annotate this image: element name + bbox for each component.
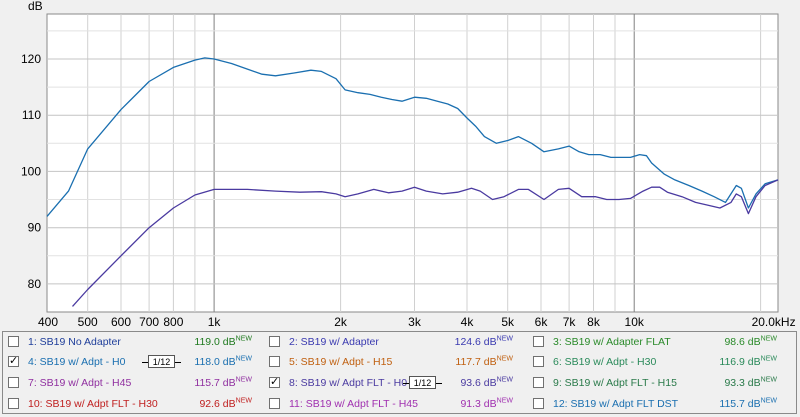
trace-visibility-checkbox[interactable]: [533, 398, 544, 409]
y-axis-ticks: 80 90 100 110 120: [21, 52, 41, 291]
y-tick-label: 110: [22, 108, 41, 122]
y-tick-label: 100: [21, 164, 41, 178]
trace-level-value: 119.0 dBNEW: [194, 335, 252, 349]
trace-label: 11: SB19 w/ Adpt FLT - H45: [289, 398, 418, 410]
trace-level-value: 91.3 dBNEW: [460, 397, 513, 411]
new-badge: NEW: [760, 335, 777, 343]
y-tick-label: 90: [28, 221, 42, 235]
new-badge: NEW: [235, 335, 252, 343]
trace-label: 1: SB19 No Adapter: [28, 336, 121, 348]
new-badge: NEW: [235, 397, 252, 405]
x-tick-label: 6k: [535, 315, 549, 329]
trace-level-value: 115.7 dBNEW: [719, 397, 777, 411]
trace-visibility-checkbox[interactable]: [8, 377, 19, 388]
trace-visibility-checkbox[interactable]: [533, 336, 544, 347]
trace-legend-panel: 1: SB19 No Adapter 119.0 dBNEW 2: SB19 w/ …: [2, 331, 797, 414]
legend-trace-item[interactable]: 12: SB19 w/ Adpt FLT DST 115.7 dBNEW: [533, 395, 788, 413]
legend-trace-item[interactable]: 1: SB19 No Adapter 119.0 dBNEW: [8, 333, 263, 351]
x-axis-ticks: 400 500 600 700 800 1k 2k 3k 4k 5k 6k 7k 8k 10k 20.0kH…: [38, 315, 796, 329]
legend-trace-item[interactable]: 3: SB19 w/ Adapter FLAT 98.6 dBNEW: [533, 333, 788, 351]
legend-trace-item[interactable]: 11: SB19 w/ Adpt FLT - H45 91.3 dBNEW: [269, 395, 524, 413]
frequency-response-chart[interactable]: 80 90 100 110 120 400 500 600 700 800 1k 2k 3k 4k 5k 6…: [0, 0, 800, 330]
x-tick-label: 3k: [408, 315, 422, 329]
trace-label: 12: SB19 w/ Adpt FLT DST: [553, 398, 679, 410]
trace-visibility-checkbox[interactable]: ✓: [269, 377, 280, 388]
new-badge: NEW: [496, 335, 513, 343]
trace-level-value: 98.6 dBNEW: [724, 335, 777, 349]
trace-label: 10: SB19 w/ Adpt FLT - H30: [28, 398, 158, 410]
trace-label: 8: SB19 w/ Adpt FLT - H0: [289, 377, 408, 389]
x-tick-label: 600: [111, 315, 131, 329]
legend-trace-item[interactable]: ✓ 4: SB19 w/ Adpt - H0 1/12 118.0 dBNEW: [8, 353, 263, 371]
x-tick-label: 500: [78, 315, 98, 329]
trace-level-value: 93.6 dBNEW: [460, 376, 513, 390]
new-badge: NEW: [496, 376, 513, 384]
smoothing-marker-line: [175, 362, 181, 363]
smoothing-marker-line: [436, 383, 442, 384]
new-badge: NEW: [235, 355, 252, 363]
trace-visibility-checkbox[interactable]: [533, 377, 544, 388]
trace-label: 5: SB19 w/ Adpt - H15: [289, 356, 393, 368]
trace-label: 4: SB19 w/ Adpt - H0: [28, 356, 126, 368]
x-tick-label: 7k: [563, 315, 577, 329]
x-tick-label: 1k: [208, 315, 222, 329]
new-badge: NEW: [760, 376, 777, 384]
legend-trace-item[interactable]: 9: SB19 w/ Adpt FLT - H15 93.3 dBNEW: [533, 374, 788, 392]
trace-level-value: 92.6 dBNEW: [199, 397, 252, 411]
x-tick-label: 8k: [587, 315, 601, 329]
trace-level-value: 93.3 dBNEW: [724, 376, 777, 390]
x-tick-label: 20.0kHz: [752, 315, 796, 329]
trace-level-value: 124.6 dBNEW: [454, 335, 513, 349]
x-tick-label: 400: [38, 315, 58, 329]
trace-label: 2: SB19 w/ Adapter: [289, 336, 379, 348]
trace-visibility-checkbox[interactable]: [269, 336, 280, 347]
trace-visibility-checkbox[interactable]: [269, 356, 280, 367]
new-badge: NEW: [235, 376, 252, 384]
frequency-response-plot[interactable]: 80 90 100 110 120 400 500 600 700 800 1k 2k 3k 4k 5k 6…: [0, 0, 800, 330]
x-tick-label: 5k: [501, 315, 515, 329]
new-badge: NEW: [760, 355, 777, 363]
legend-trace-item[interactable]: 7: SB19 w/ Adpt - H45 115.7 dBNEW: [8, 374, 263, 392]
new-badge: NEW: [496, 397, 513, 405]
x-tick-label: 4k: [461, 315, 475, 329]
trace-visibility-checkbox[interactable]: [8, 336, 19, 347]
x-tick-label: 800: [163, 315, 183, 329]
x-tick-label: 2k: [334, 315, 348, 329]
legend-trace-item[interactable]: 6: SB19 w/ Adpt - H30 116.9 dBNEW: [533, 353, 788, 371]
trace-label: 7: SB19 w/ Adpt - H45: [28, 377, 132, 389]
y-tick-label: 80: [28, 277, 42, 291]
trace-level-value: 118.0 dBNEW: [194, 355, 252, 369]
x-tick-label: 700: [139, 315, 159, 329]
x-tick-label: 10k: [625, 315, 645, 329]
trace-label: 9: SB19 w/ Adpt FLT - H15: [553, 377, 677, 389]
trace-visibility-checkbox[interactable]: ✓: [8, 356, 19, 367]
smoothing-badge[interactable]: 1/12: [409, 376, 436, 389]
legend-trace-item[interactable]: 10: SB19 w/ Adpt FLT - H30 92.6 dBNEW: [8, 395, 263, 413]
trace-label: 6: SB19 w/ Adpt - H30: [553, 356, 657, 368]
new-badge: NEW: [496, 355, 513, 363]
trace-visibility-checkbox[interactable]: [269, 398, 280, 409]
trace-level-value: 115.7 dBNEW: [194, 376, 252, 390]
y-tick-label: 120: [21, 52, 41, 66]
smoothing-badge[interactable]: 1/12: [148, 355, 175, 368]
y-axis-label: dB: [28, 0, 43, 13]
new-badge: NEW: [760, 397, 777, 405]
legend-trace-item[interactable]: 2: SB19 w/ Adapter 124.6 dBNEW: [269, 333, 524, 351]
legend-trace-item[interactable]: 5: SB19 w/ Adpt - H15 117.7 dBNEW: [269, 353, 524, 371]
legend-trace-item[interactable]: ✓ 8: SB19 w/ Adpt FLT - H0 1/12 93.6 dBNEW: [269, 374, 524, 392]
trace-level-value: 116.9 dBNEW: [719, 355, 777, 369]
trace-visibility-checkbox[interactable]: [8, 398, 19, 409]
trace-visibility-checkbox[interactable]: [533, 356, 544, 367]
trace-level-value: 117.7 dBNEW: [455, 355, 513, 369]
trace-label: 3: SB19 w/ Adapter FLAT: [553, 336, 671, 348]
